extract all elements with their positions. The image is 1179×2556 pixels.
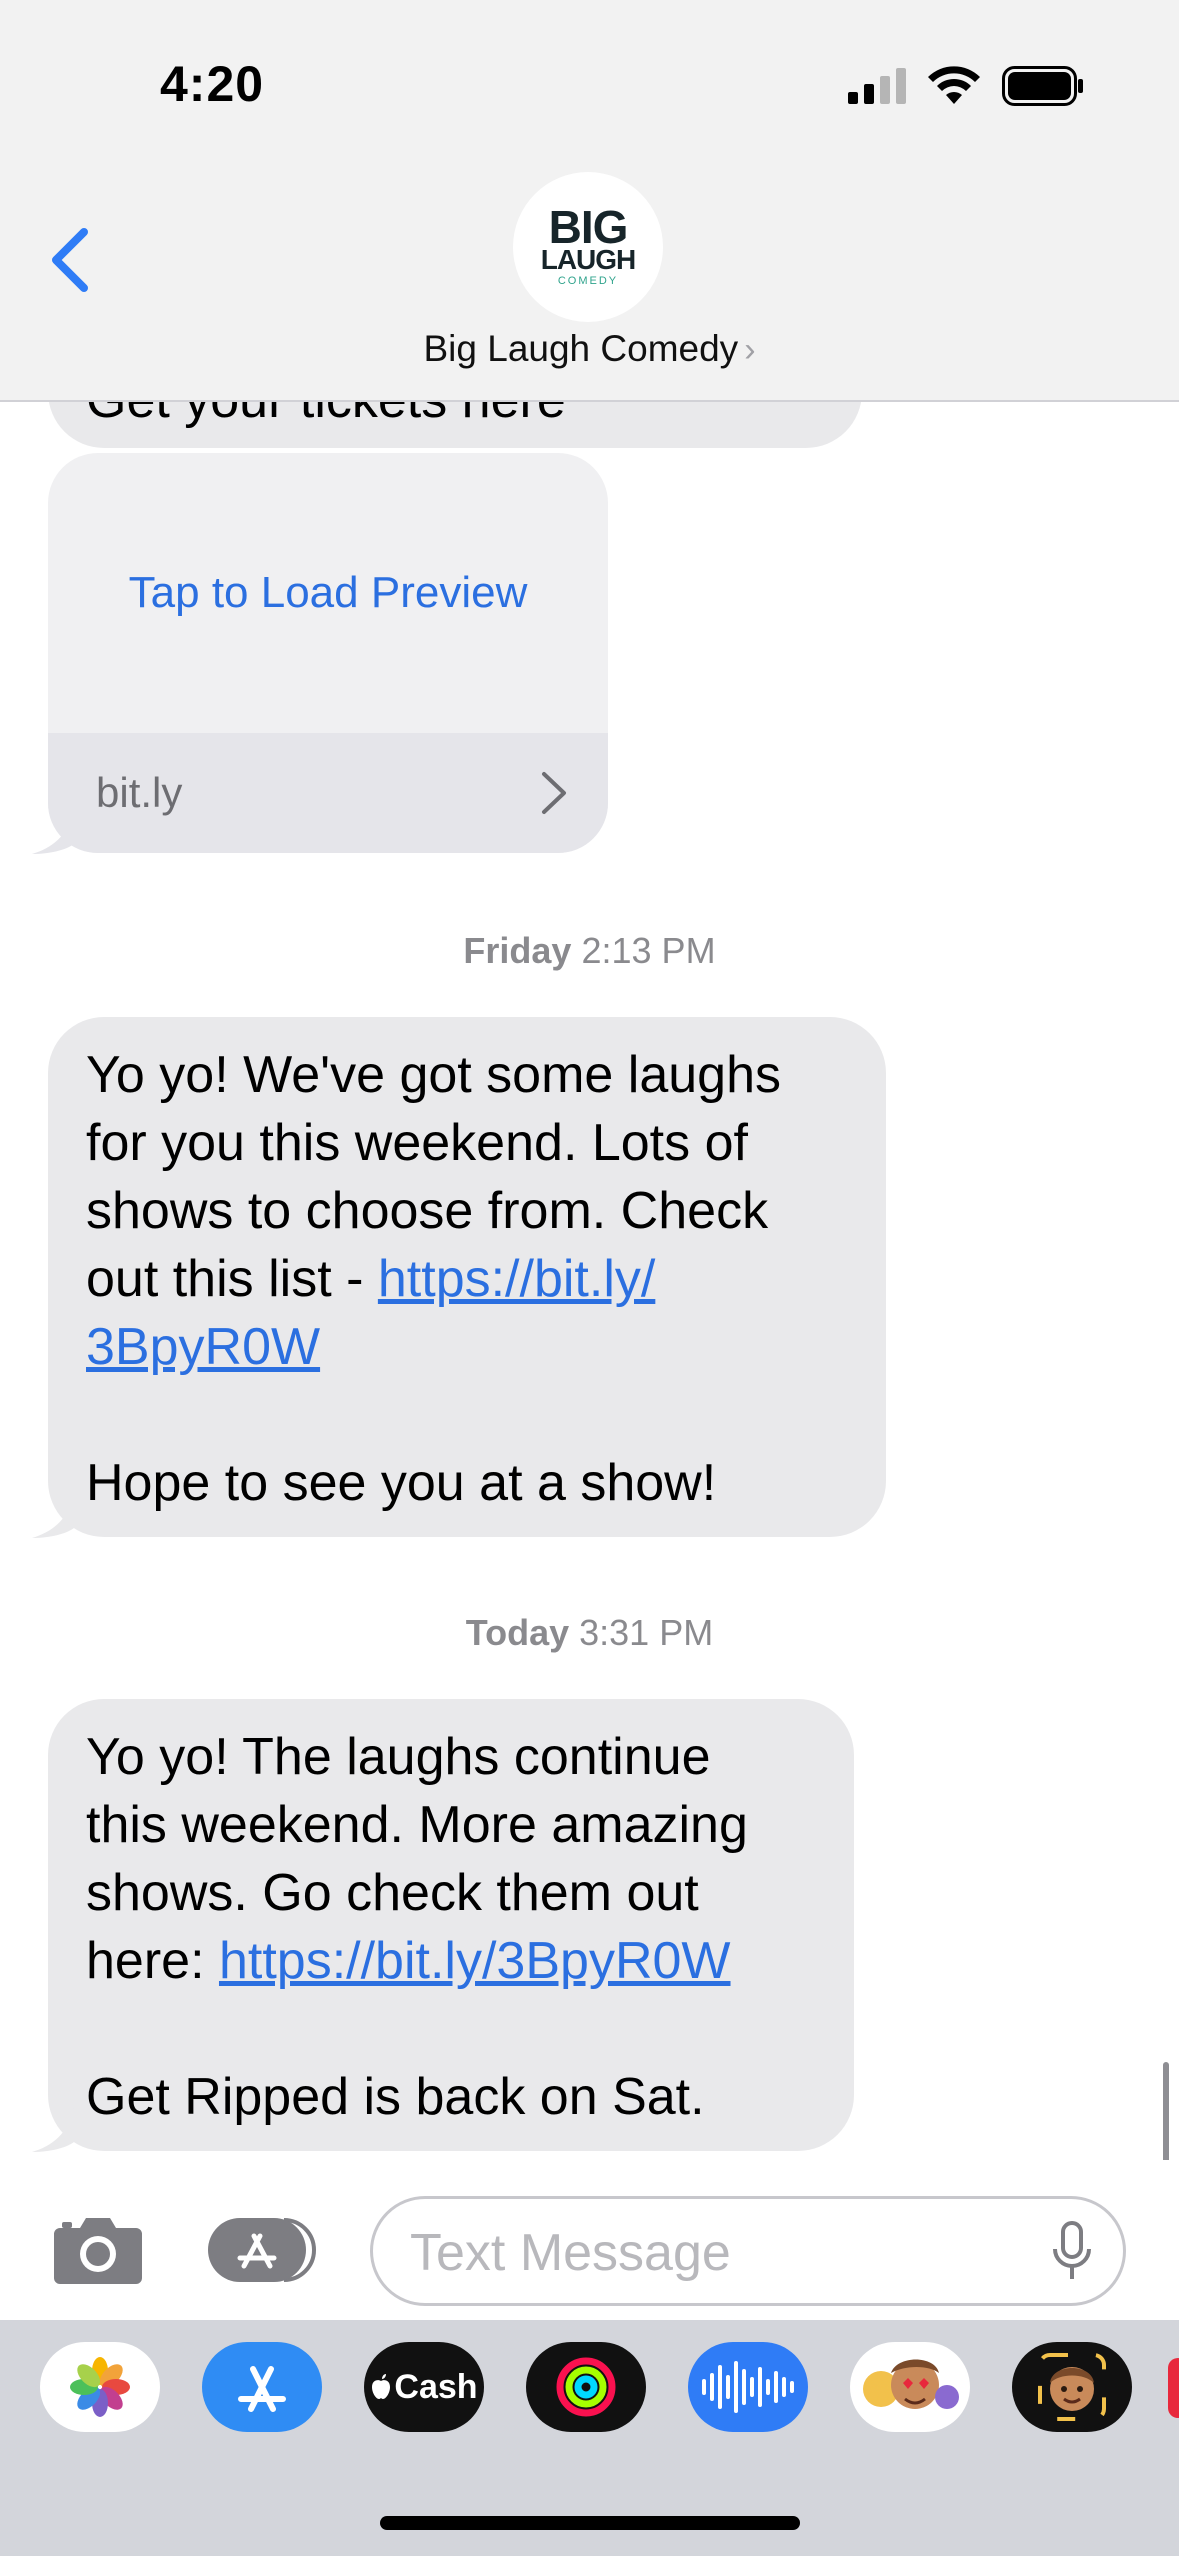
memoji-button[interactable] <box>1012 2342 1132 2432</box>
contact-title-text: Big Laugh Comedy <box>423 328 739 369</box>
apple-cash-button[interactable]: Cash <box>364 2342 484 2432</box>
timestamp-time: 2:13 PM <box>581 930 716 971</box>
contact-avatar-image[interactable]: BIG LAUGH COMEDY <box>513 172 663 322</box>
message-line: Yo yo! The laughs continue <box>86 1728 711 1786</box>
scrollbar[interactable] <box>1163 2062 1169 2172</box>
status-time: 4:20 <box>160 56 265 112</box>
message-link-continued[interactable]: 3BpyR0W <box>86 1318 320 1376</box>
logo-laugh: LAUGH <box>540 244 637 275</box>
message-line: Hope to see you at a show! <box>86 1454 717 1512</box>
status-icons <box>848 62 1084 110</box>
battery-icon <box>1002 66 1083 106</box>
header-cover: BIG LAUGH COMEDY Big Laugh Comedy › <box>0 150 1179 402</box>
photos-app-button[interactable] <box>40 2342 160 2432</box>
back-button-icon[interactable] <box>40 220 100 300</box>
photos-icon <box>70 2357 130 2417</box>
fitness-button[interactable] <box>526 2342 646 2432</box>
chevron-right-icon <box>542 772 566 814</box>
apple-cash-icon: Cash <box>370 2367 478 2407</box>
camera-icon[interactable] <box>52 2212 144 2286</box>
timestamp-day: Friday <box>463 930 572 971</box>
bubble-tail <box>32 810 74 854</box>
message-link[interactable]: https://bit.ly/3BpyR0W <box>219 1932 731 1990</box>
logo-big: BIG <box>548 201 629 253</box>
wifi-icon <box>928 66 980 104</box>
waveform-icon <box>702 2361 794 2413</box>
message-line: shows. Go check them out <box>86 1864 699 1922</box>
bubble-tail <box>32 1494 74 1538</box>
message-bubble[interactable]: Yo yo! We've got some laughs for you thi… <box>48 1017 886 1537</box>
timestamp-today: Today 3:31 PM <box>0 1612 1179 1654</box>
message-bubble[interactable]: Yo yo! The laughs continue this weekend.… <box>48 1699 854 2151</box>
preview-domain: bit.ly <box>96 769 183 816</box>
link-preview-footer[interactable]: bit.ly <box>48 733 608 853</box>
timestamp-time: 3:31 PM <box>579 1612 714 1653</box>
home-indicator[interactable] <box>380 2516 800 2530</box>
apple-logo-icon <box>372 2374 391 2399</box>
timestamp-day: Today <box>465 1612 570 1653</box>
message-line: Get Ripped is back on Sat. <box>86 2068 705 2126</box>
message-line: here: https://bit.ly/3BpyR0W <box>86 1927 748 1995</box>
audio-message-button[interactable] <box>688 2342 808 2432</box>
memoji-stickers-icon <box>863 2359 959 2409</box>
next-app-partial-icon[interactable] <box>1168 2358 1179 2418</box>
tap-to-load-preview[interactable]: Tap to Load Preview <box>48 453 608 733</box>
bubble-tail <box>32 2108 74 2152</box>
message-link[interactable]: https://bit.ly/ <box>378 1250 655 1308</box>
link-preview-card[interactable]: Tap to Load Preview bit.ly <box>48 453 608 853</box>
memoji-icon <box>1038 2353 1106 2421</box>
cellular-signal-icon <box>848 68 906 104</box>
message-text: here: <box>86 1932 219 1990</box>
memoji-stickers-button[interactable] <box>850 2342 970 2432</box>
message-line: for you this weekend. Lots of <box>86 1114 748 1172</box>
activity-rings-icon <box>556 2357 616 2417</box>
timestamp-friday: Friday 2:13 PM <box>0 930 1179 972</box>
message-line: this weekend. More amazing <box>86 1796 748 1854</box>
message-line: Yo yo! We've got some laughs <box>86 1046 782 1104</box>
message-text: out this list - <box>86 1250 378 1308</box>
message-body: Yo yo! We've got some laughs for you thi… <box>86 1041 781 1517</box>
app-store-button[interactable] <box>202 2342 322 2432</box>
contact-title[interactable]: Big Laugh Comedy › <box>0 328 1179 370</box>
apple-cash-label: Cash <box>394 2367 478 2406</box>
contact-chevron-icon: › <box>744 331 756 369</box>
message-body: Yo yo! The laughs continue this weekend.… <box>86 1723 748 2131</box>
message-line: shows to choose from. Check <box>86 1182 769 1240</box>
microphone-icon[interactable] <box>1052 2221 1092 2283</box>
app-store-apps-icon[interactable] <box>206 2214 320 2286</box>
message-input-placeholder: Text Message <box>410 2224 731 2282</box>
message-line: 3BpyR0W <box>86 1313 781 1381</box>
app-store-icon <box>238 2366 286 2412</box>
logo-comedy: COMEDY <box>557 275 619 287</box>
message-line: out this list - https://bit.ly/ <box>86 1245 781 1313</box>
